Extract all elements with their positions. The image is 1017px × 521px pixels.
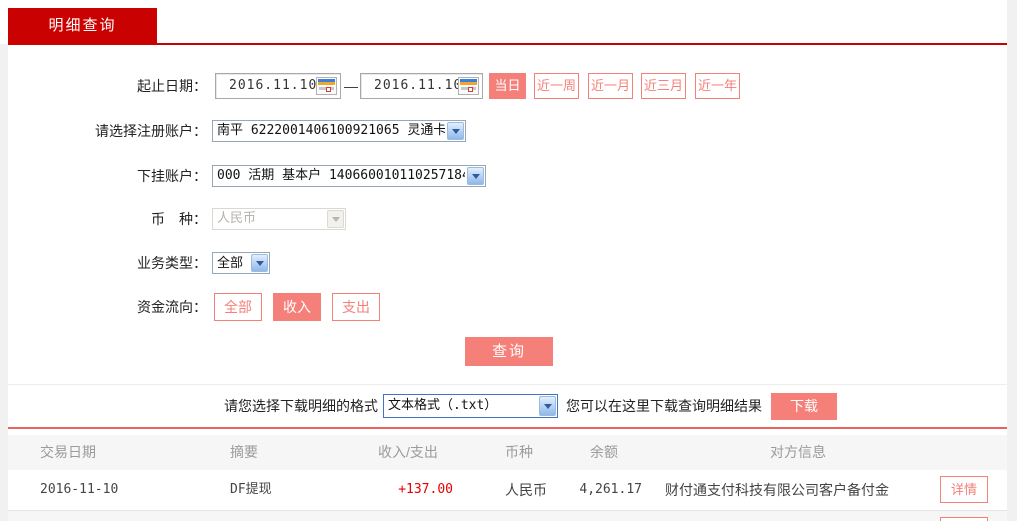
register-account-select[interactable]: 南平 6222001406100921065 灵通卡 <box>212 120 466 142</box>
cell-balance: 4,261.17 <box>528 470 642 510</box>
fund-flow-all-button[interactable]: 全部 <box>214 293 262 321</box>
calendar-icon[interactable] <box>458 77 479 95</box>
detail-button[interactable] <box>940 517 988 521</box>
sub-account-select[interactable]: 000 活期 基本户 1406600101102571848 <box>212 165 486 187</box>
business-type-value: 全部 <box>217 253 249 273</box>
tab-underline <box>8 43 1007 45</box>
fund-flow-label: 资金流向： <box>0 293 207 321</box>
sub-account-label: 下挂账户： <box>0 165 207 187</box>
table-row-partial <box>8 511 1007 521</box>
header-counterparty: 对方信息 <box>770 435 826 470</box>
register-account-label: 请选择注册账户： <box>0 120 207 142</box>
currency-label: 币 种： <box>0 208 207 230</box>
sub-account-value: 000 活期 基本户 1406600101102571848 <box>217 166 465 186</box>
header-summary: 摘要 <box>230 435 258 470</box>
register-account-value: 南平 6222001406100921065 灵通卡 <box>217 121 445 141</box>
business-type-select[interactable]: 全部 <box>212 252 270 274</box>
table-top-separator <box>8 427 1007 429</box>
cell-summary: DF提现 <box>230 470 272 510</box>
download-button[interactable]: 下载 <box>771 393 837 420</box>
chevron-down-icon[interactable] <box>467 167 484 185</box>
query-button[interactable]: 查询 <box>465 337 553 366</box>
cell-amount: +137.00 <box>348 470 453 510</box>
download-format-label: 请您选择下载明细的格式 <box>0 394 378 418</box>
chevron-down-icon[interactable] <box>251 254 268 272</box>
header-currency: 币种 <box>505 435 533 470</box>
detail-button[interactable]: 详情 <box>940 476 988 503</box>
calendar-icon[interactable] <box>316 77 337 95</box>
cell-counterparty: 财付通支付科技有限公司客户备付金 <box>665 470 889 510</box>
date-range-separator: — <box>342 73 360 99</box>
fund-flow-expense-button[interactable]: 支出 <box>332 293 380 321</box>
end-date-value: 2016.11.10 <box>374 74 462 98</box>
tab-detail-query[interactable]: 明细查询 <box>8 8 157 43</box>
quick-range-month-button[interactable]: 近一月 <box>588 73 633 99</box>
cell-date: 2016-11-10 <box>40 470 118 510</box>
table-header-row: 交易日期 摘要 收入/支出 币种 余额 对方信息 <box>8 435 1007 470</box>
download-hint-text: 您可以在这里下载查询明细结果 <box>566 394 762 418</box>
start-date-input[interactable]: 2016.11.10 <box>215 73 341 99</box>
download-format-value: 文本格式（.txt） <box>388 395 537 417</box>
date-range-label: 起止日期： <box>0 73 207 99</box>
chevron-down-icon[interactable] <box>447 122 464 140</box>
business-type-label: 业务类型： <box>0 252 207 274</box>
end-date-input[interactable]: 2016.11.10 <box>360 73 483 99</box>
chevron-down-icon[interactable] <box>539 396 556 416</box>
start-date-value: 2016.11.10 <box>229 74 317 98</box>
detail-query-page: 明细查询 起止日期： 2016.11.10 — 2016.11.10 当日 近一… <box>0 0 1017 521</box>
currency-select: 人民币 <box>212 208 346 230</box>
quick-range-week-button[interactable]: 近一周 <box>534 73 579 99</box>
quick-range-3months-button[interactable]: 近三月 <box>641 73 686 99</box>
quick-range-year-button[interactable]: 近一年 <box>695 73 740 99</box>
header-balance: 余额 <box>590 435 618 470</box>
quick-range-today-button[interactable]: 当日 <box>489 73 526 99</box>
download-format-select[interactable]: 文本格式（.txt） <box>383 394 558 418</box>
header-amount: 收入/支出 <box>378 435 438 470</box>
currency-value: 人民币 <box>217 209 325 229</box>
table-row: 2016-11-10 DF提现 +137.00 人民币 4,261.17 财付通… <box>8 470 1007 511</box>
chevron-down-icon <box>327 210 344 228</box>
form-divider <box>8 384 1007 385</box>
fund-flow-income-button[interactable]: 收入 <box>273 293 321 321</box>
header-date: 交易日期 <box>40 435 96 470</box>
